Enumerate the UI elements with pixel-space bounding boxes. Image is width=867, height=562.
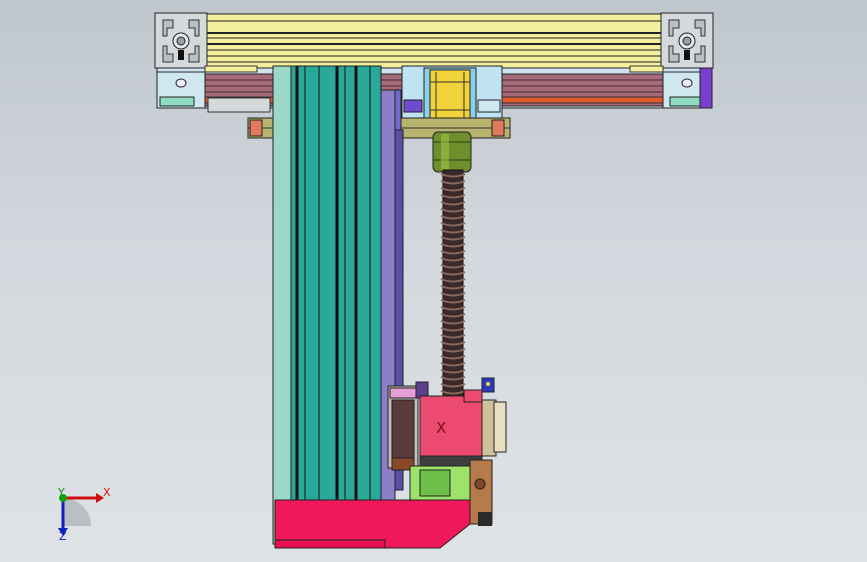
axis-y-label: Y bbox=[58, 486, 65, 499]
left-profile-end-cap[interactable] bbox=[154, 12, 208, 69]
axis-x-label: X bbox=[103, 486, 111, 499]
right-profile-end-cap[interactable] bbox=[660, 12, 714, 69]
model-drawing[interactable] bbox=[0, 0, 867, 562]
vertical-column[interactable] bbox=[272, 65, 382, 545]
axis-z-label: Z bbox=[59, 530, 67, 543]
motor-bracket[interactable] bbox=[401, 65, 503, 125]
top-beam[interactable] bbox=[204, 13, 664, 69]
carriage-marking: X bbox=[436, 419, 447, 437]
graphics-viewport[interactable]: X Y Z X bbox=[0, 0, 867, 562]
bottom-base-plate[interactable] bbox=[274, 499, 476, 549]
shaft-coupler[interactable] bbox=[432, 131, 472, 173]
